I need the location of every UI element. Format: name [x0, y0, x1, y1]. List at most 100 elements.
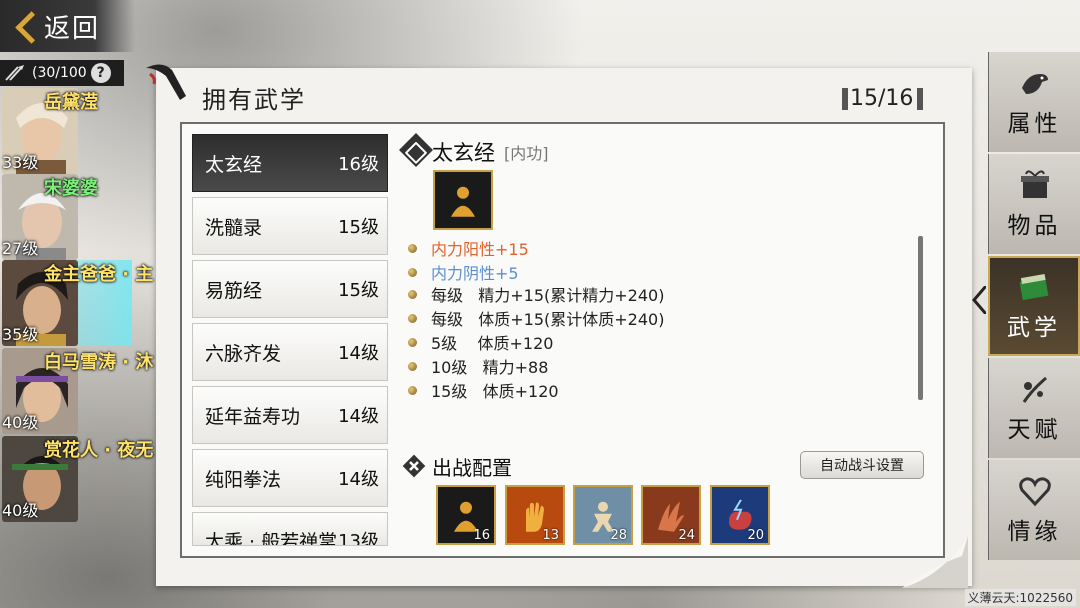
stat-line: 内力阴性+5	[408, 260, 519, 284]
nav-relationships[interactable]: 情缘	[988, 460, 1080, 560]
character-item[interactable]: 赏花人 · 夜无 40级	[0, 436, 160, 522]
skill-name: 洗髓录	[205, 216, 263, 239]
bullet-icon	[408, 337, 417, 347]
skill-name: 纯阳拳法	[205, 468, 282, 491]
battle-config-icon	[402, 454, 426, 478]
character-item[interactable]: 宋婆婆 27级	[0, 174, 160, 260]
stat-text: 每级 体质+15(累计体质+240)	[431, 310, 665, 329]
bullet-icon	[408, 361, 417, 371]
stat-line: 每级 精力+15(累计精力+240)	[408, 282, 664, 306]
character-name: 岳黛滢	[44, 92, 98, 113]
skill-level: 16级	[338, 154, 379, 175]
nav-pointer-icon	[972, 286, 986, 314]
nav-label: 天赋	[1007, 417, 1062, 443]
slot-level: 20	[747, 528, 764, 543]
player-id: 义薄云天:1022560	[964, 589, 1076, 606]
character-item[interactable]: 岳黛滢 33级	[0, 88, 160, 174]
battle-slot[interactable]: 16	[436, 485, 496, 545]
bullet-icon	[408, 289, 417, 299]
weapons-icon	[5, 65, 24, 81]
skill-level: 15级	[338, 217, 379, 238]
nav-label: 情缘	[1007, 519, 1062, 545]
character-level: 33级	[2, 153, 39, 172]
stat-line: 内力阳性+15	[408, 236, 529, 260]
nav-items[interactable]: 物品	[988, 154, 1080, 254]
stat-text: 内力阳性+15	[431, 240, 529, 259]
character-item[interactable]: 金主爸爸 · 主 35级	[0, 260, 160, 346]
battle-slot[interactable]: 13	[505, 485, 565, 545]
skill-level: 15级	[338, 280, 379, 301]
skill-item[interactable]: 洗髓录 15级	[192, 197, 388, 255]
skill-item[interactable]: 易筋经 15级	[192, 260, 388, 318]
skill-name: 太玄经	[205, 153, 263, 176]
skill-name: 易筋经	[205, 279, 263, 302]
skill-item[interactable]: 太玄经 16级	[192, 134, 388, 192]
character-name: 白马雪涛 · 沐	[44, 352, 154, 373]
character-level: 40级	[2, 501, 39, 520]
skill-name: 大乘 · 般若禅掌	[205, 531, 338, 546]
selected-skill-type: [内功]	[504, 144, 549, 163]
detail-scrollbar[interactable]	[918, 236, 923, 400]
stat-line: 15级 体质+120	[408, 378, 559, 402]
skill-level: 14级	[338, 406, 379, 427]
slot-level: 28	[610, 528, 627, 543]
heart-icon	[1018, 477, 1051, 507]
stat-text: 15级 体质+120	[431, 382, 559, 401]
stat-line: 每级 体质+15(累计体质+240)	[408, 306, 664, 330]
battle-slot[interactable]: 28	[573, 485, 633, 545]
slot-level: 13	[542, 528, 559, 543]
auto-battle-settings-button[interactable]: 自动战斗设置	[800, 451, 924, 479]
party-count-text: (30/100	[32, 65, 87, 81]
book-icon	[1019, 273, 1049, 301]
character-item[interactable]: 白马雪涛 · 沐 40级	[0, 348, 160, 434]
battle-config-title: 出战配置	[432, 456, 512, 480]
skill-item[interactable]: 延年益寿功 14级	[192, 386, 388, 444]
stat-line: 10级 精力+88	[408, 354, 548, 378]
nav-martial-arts[interactable]: 武学	[988, 256, 1080, 356]
brush-icon	[146, 64, 186, 100]
character-level: 35级	[2, 325, 39, 344]
stat-line: 5级 体质+120	[408, 330, 553, 354]
back-label: 返回	[44, 13, 101, 44]
bullet-icon	[408, 243, 417, 253]
skill-item[interactable]: 六脉齐发 14级	[192, 323, 388, 381]
stat-text: 内力阴性+5	[431, 264, 519, 283]
bird-icon	[1021, 74, 1048, 94]
character-name: 宋婆婆	[44, 178, 98, 199]
slot-level: 24	[678, 528, 695, 543]
meditation-icon	[451, 186, 475, 217]
branch-icon	[1022, 376, 1047, 403]
bullet-icon	[408, 313, 417, 323]
nav-label: 物品	[1007, 213, 1062, 239]
skill-name: 延年益寿功	[205, 405, 301, 428]
nav-label: 属性	[1007, 111, 1062, 137]
stat-text: 10级 精力+88	[431, 358, 549, 377]
skill-level: 13级	[338, 531, 379, 546]
nav-label: 武学	[1007, 315, 1061, 341]
nav-attributes[interactable]: 属性	[988, 52, 1080, 152]
help-icon[interactable]: ?	[90, 63, 111, 83]
nav-talents[interactable]: 天赋	[988, 358, 1080, 458]
bullet-icon	[408, 385, 417, 395]
character-level: 40级	[2, 413, 39, 432]
chevron-left-icon	[14, 11, 36, 41]
skill-level: 14级	[338, 469, 379, 490]
skill-item[interactable]: 纯阳拳法 14级	[192, 449, 388, 507]
box-icon	[1020, 170, 1049, 198]
page-curl	[902, 536, 968, 588]
battle-slot[interactable]: 24	[641, 485, 701, 545]
skill-level: 14级	[338, 343, 379, 364]
back-button[interactable]: 返回	[0, 0, 135, 52]
skill-name: 六脉齐发	[205, 342, 282, 365]
selected-skill-name: 太玄经	[432, 141, 495, 165]
slot-level: 16	[473, 528, 490, 543]
skill-icon	[433, 170, 493, 230]
bullet-icon	[408, 267, 417, 277]
skill-item[interactable]: 大乘 · 般若禅掌 13级	[192, 512, 388, 546]
character-level: 27级	[2, 239, 39, 258]
party-count: (30/100 ?	[0, 60, 124, 86]
panel-title: 拥有武学	[202, 86, 306, 114]
character-name: 金主爸爸 · 主	[44, 264, 154, 285]
character-name: 赏花人 · 夜无	[44, 440, 154, 461]
battle-slot[interactable]: 20	[710, 485, 770, 545]
